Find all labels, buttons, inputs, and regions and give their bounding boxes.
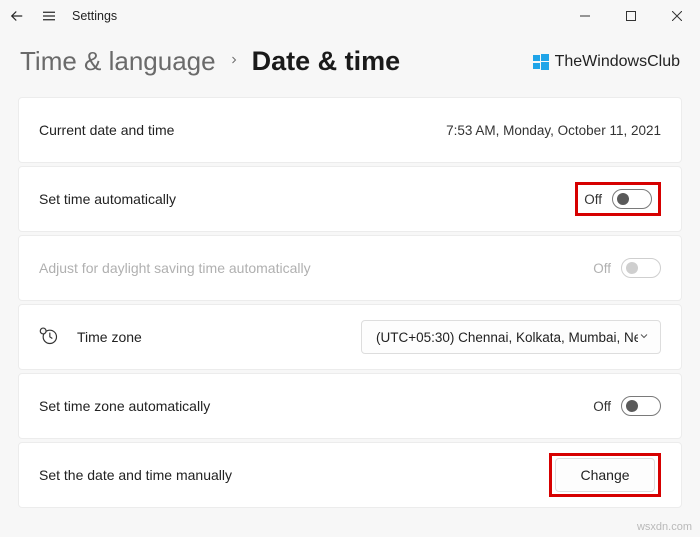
back-button[interactable] (8, 7, 26, 25)
titlebar-left: Settings (8, 7, 117, 25)
toggle-state-label: Off (593, 261, 611, 276)
highlight-box: Change (549, 453, 661, 497)
row-set-timezone-automatically: Set time zone automatically Off (18, 373, 682, 439)
hamburger-icon (40, 7, 58, 25)
row-label: Adjust for daylight saving time automati… (39, 260, 311, 276)
windows-logo-icon (533, 54, 549, 70)
brand-logo: TheWindowsClub (533, 53, 680, 71)
toggle-group: Off (584, 189, 652, 209)
toggle-state-label: Off (593, 399, 611, 414)
row-dst-automatically: Adjust for daylight saving time automati… (18, 235, 682, 301)
dst-toggle (621, 258, 661, 278)
breadcrumb-parent[interactable]: Time & language (20, 46, 216, 77)
set-time-automatically-toggle[interactable] (612, 189, 652, 209)
timezone-icon (39, 326, 59, 349)
page-title: Date & time (252, 46, 401, 77)
titlebar: Settings (0, 0, 700, 32)
window-controls (562, 0, 700, 32)
highlight-box: Off (575, 182, 661, 216)
app-title: Settings (72, 9, 117, 23)
change-button-label: Change (580, 467, 629, 483)
chevron-down-icon (638, 330, 650, 345)
row-label: Set the date and time manually (39, 467, 232, 483)
close-icon (672, 11, 682, 21)
toggle-group: Off (593, 396, 661, 416)
minimize-icon (580, 11, 590, 21)
timezone-selected-value: (UTC+05:30) Chennai, Kolkata, Mumbai, Ne… (376, 330, 638, 345)
toggle-state-label: Off (584, 192, 602, 207)
settings-list: Current date and time 7:53 AM, Monday, O… (0, 97, 700, 518)
row-set-manually: Set the date and time manually Change (18, 442, 682, 508)
arrow-left-icon (8, 7, 26, 25)
maximize-button[interactable] (608, 0, 654, 32)
change-button[interactable]: Change (555, 458, 655, 492)
row-time-zone: Time zone (UTC+05:30) Chennai, Kolkata, … (18, 304, 682, 370)
watermark: wsxdn.com (637, 521, 692, 533)
brand-text: TheWindowsClub (555, 53, 680, 71)
row-set-time-automatically: Set time automatically Off (18, 166, 682, 232)
maximize-icon (626, 11, 636, 21)
row-label: Set time automatically (39, 191, 176, 207)
set-timezone-automatically-toggle[interactable] (621, 396, 661, 416)
row-current-datetime: Current date and time 7:53 AM, Monday, O… (18, 97, 682, 163)
timezone-select[interactable]: (UTC+05:30) Chennai, Kolkata, Mumbai, Ne… (361, 320, 661, 354)
chevron-right-icon (228, 51, 240, 72)
row-label: Time zone (77, 329, 142, 345)
menu-button[interactable] (40, 7, 58, 25)
toggle-group: Off (593, 258, 661, 278)
row-label: Set time zone automatically (39, 398, 210, 414)
close-button[interactable] (654, 0, 700, 32)
row-label: Current date and time (39, 122, 174, 138)
breadcrumb: Time & language Date & time TheWindowsCl… (0, 32, 700, 97)
current-datetime-value: 7:53 AM, Monday, October 11, 2021 (446, 123, 661, 138)
minimize-button[interactable] (562, 0, 608, 32)
